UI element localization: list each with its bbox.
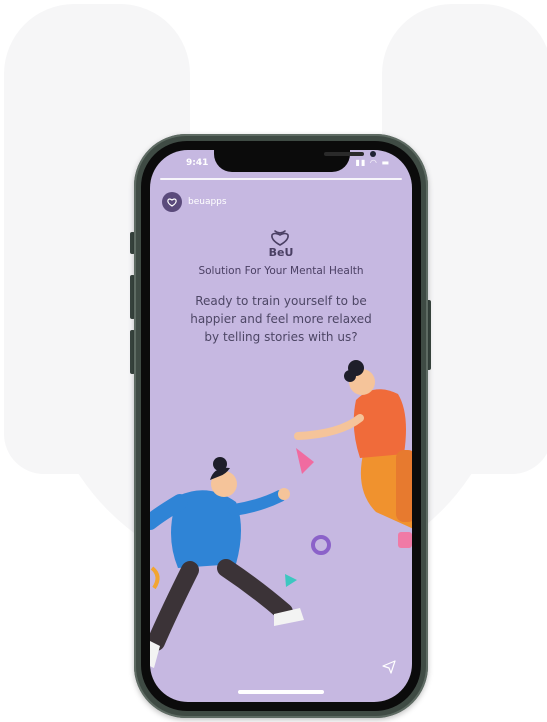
- woman-figure: [294, 360, 412, 548]
- status-icons: ▮▮ ◠ ▬: [356, 158, 390, 167]
- share-icon[interactable]: [382, 660, 396, 674]
- avatar[interactable]: [162, 192, 182, 212]
- ring-shape: [311, 535, 331, 555]
- account-handle[interactable]: beuapps: [188, 197, 227, 207]
- home-indicator[interactable]: [238, 690, 324, 694]
- account-header[interactable]: beuapps: [162, 192, 227, 212]
- arc-shape: [150, 566, 160, 590]
- phone-screen: 9:41 ▮▮ ◠ ▬ beuapps BeU Solution For You…: [150, 150, 412, 702]
- signal-icon: ▮▮: [355, 158, 367, 167]
- avatar-icon: [167, 198, 177, 207]
- brand-name: BeU: [268, 246, 294, 259]
- description-text: Ready to train yourself to be happier an…: [190, 294, 372, 344]
- front-camera: [370, 151, 376, 157]
- phone-speaker: [324, 152, 364, 156]
- beu-logo-icon: [271, 230, 289, 246]
- man-figure: [150, 457, 304, 668]
- story-progress-bar: [160, 178, 402, 180]
- status-time: 9:41: [186, 158, 209, 168]
- triangle-shape: [285, 574, 297, 587]
- battery-icon: ▬: [381, 158, 390, 167]
- tagline: Solution For Your Mental Health: [198, 265, 364, 277]
- wifi-icon: ◠: [369, 158, 378, 167]
- phone-notch: [214, 150, 376, 172]
